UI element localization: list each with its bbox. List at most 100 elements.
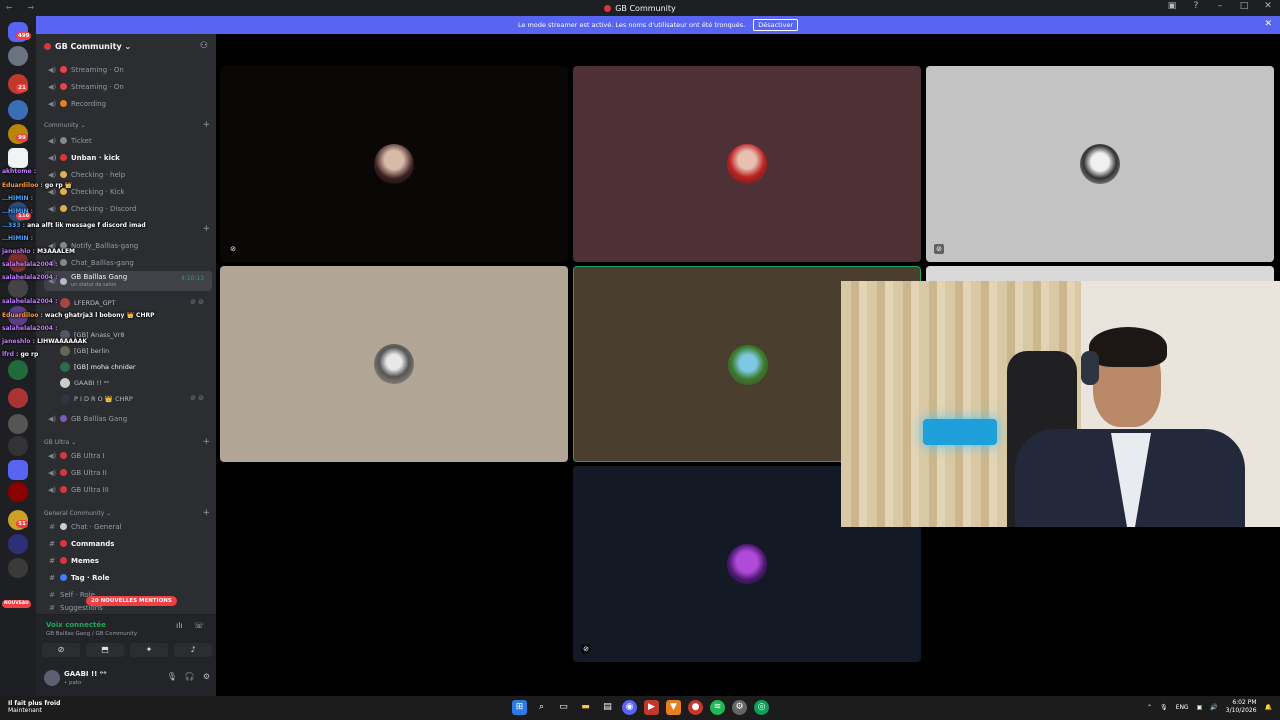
voice-channel[interactable]: ◀) Checking · help	[44, 167, 212, 182]
store-icon[interactable]: ▤	[600, 700, 615, 715]
server-icon[interactable]	[8, 534, 28, 554]
banner-text: Le mode streamer est activé. Les noms d'…	[517, 21, 746, 29]
voice-status[interactable]: Voix connectée	[46, 621, 106, 629]
voice-member[interactable]: GAABI !! ᵒᵒ	[60, 376, 109, 390]
help-icon[interactable]: ?	[1190, 1, 1202, 11]
noise-suppression-icon[interactable]: ılı	[176, 621, 183, 630]
notifications-icon[interactable]: 🔔	[1265, 704, 1272, 711]
server-icon[interactable]	[8, 148, 28, 168]
brave-icon[interactable]: ▼	[666, 700, 681, 715]
server-name: GB Community ⌄	[55, 41, 132, 51]
file-explorer-icon[interactable]: ▬	[578, 700, 593, 715]
add-channel-icon[interactable]: +	[202, 508, 210, 518]
server-icon[interactable]	[8, 46, 28, 66]
category-general[interactable]: General Community ⌄ +	[44, 508, 210, 518]
settings-icon[interactable]: ⚙	[732, 700, 747, 715]
close-icon[interactable]: ✕	[1264, 19, 1272, 29]
badge: 51	[16, 520, 28, 528]
app-icon[interactable]: ▶	[644, 700, 659, 715]
voice-channel[interactable]: ◀) Recording	[44, 96, 212, 111]
avatar[interactable]	[44, 670, 60, 686]
server-icon[interactable]	[8, 388, 28, 408]
disconnect-icon[interactable]: ☏	[194, 621, 204, 630]
voice-channel[interactable]: ◀) Unban · kick	[44, 150, 212, 165]
server-icon[interactable]	[8, 482, 28, 502]
server-header[interactable]: GB Community ⌄ ⚇	[36, 34, 216, 58]
new-mentions-pill[interactable]: 20 NOUVELLES MENTIONS	[86, 596, 177, 606]
close-window-button[interactable]: ✕	[1262, 1, 1274, 11]
minimize-button[interactable]: –	[1214, 1, 1226, 11]
server-icon[interactable]	[8, 460, 28, 480]
voice-channel[interactable]: ◀) GB Ultra III	[44, 482, 212, 497]
muted-indicator-icon: ⊘	[228, 244, 238, 254]
voice-channel[interactable]: ◀) Ticket	[44, 133, 212, 148]
discord-icon[interactable]: ◉	[622, 700, 637, 715]
chevron-up-icon[interactable]: ⌃	[1147, 704, 1152, 711]
voice-channel[interactable]: ◀) GB Ultra I	[44, 448, 212, 463]
weather-widget[interactable]: Il fait plus froid Maintenant	[8, 700, 60, 714]
screen-share-button[interactable]: ⬒	[86, 643, 124, 657]
clock[interactable]: 6:02 PM 3/10/2026	[1226, 699, 1257, 715]
avatar	[727, 544, 767, 584]
voice-member[interactable]: P I D R O 👑 CHRP	[60, 392, 133, 406]
voice-channel[interactable]: ◀) GB Ultra II	[44, 465, 212, 480]
voice-channel[interactable]: ◀) Checking · Discord	[44, 201, 212, 216]
category-community[interactable]: Community ⌄ +	[44, 120, 210, 130]
text-channel[interactable]: # Tag · Role	[44, 570, 212, 585]
maximize-button[interactable]: □	[1238, 1, 1250, 11]
task-view-icon[interactable]: ▭	[556, 700, 571, 715]
obs-icon[interactable]: ●	[688, 700, 703, 715]
server-icon[interactable]	[8, 558, 28, 578]
participant-tile[interactable]	[220, 266, 568, 462]
activities-button[interactable]: ✦	[130, 643, 168, 657]
voice-location[interactable]: GB Balllas Gang / GB Community	[46, 631, 137, 637]
windows-start-icon[interactable]: ⊞	[512, 700, 527, 715]
headphones-icon[interactable]: 🎧	[185, 672, 195, 681]
voice-member[interactable]: [GB] berlin	[60, 344, 109, 358]
inbox-icon[interactable]: ▣	[1166, 1, 1178, 11]
text-channel[interactable]: # Memes	[44, 553, 212, 568]
voice-channel[interactable]: ◀) Streaming · On	[44, 79, 212, 94]
add-member-icon[interactable]: ⚇	[200, 41, 208, 51]
participant-tile[interactable]: ⊘	[220, 66, 568, 262]
voice-channel[interactable]: ◀) Chat_Balllas-gang	[44, 255, 212, 270]
volume-icon[interactable]: 🔊	[1210, 704, 1217, 711]
network-icon[interactable]: ▣	[1197, 704, 1203, 711]
muted-indicator-icon: ⊘	[934, 244, 944, 254]
server-icon[interactable]	[8, 360, 28, 380]
microphone-icon[interactable]: 🎙	[167, 672, 177, 681]
channel-emoji-icon	[60, 83, 67, 90]
spotify-icon[interactable]: ≋	[710, 700, 725, 715]
username[interactable]: GAABI !! ᵒᵒ	[64, 670, 107, 678]
server-icon[interactable]	[8, 100, 28, 120]
disable-streamer-mode-button[interactable]: Désactiver	[753, 19, 799, 31]
server-icon[interactable]	[8, 278, 28, 298]
voice-member[interactable]: [GB] moha chnider	[60, 360, 136, 374]
text-channel[interactable]: # Chat · General	[44, 519, 212, 534]
chat-user: akhtome :	[2, 168, 37, 175]
avatar	[374, 144, 414, 184]
soundboard-button[interactable]: ♪	[174, 643, 212, 657]
server-icon[interactable]	[8, 414, 28, 434]
camera-button[interactable]: ⊘	[42, 643, 80, 657]
chat-text: LIHWAAAAAAK	[37, 338, 87, 345]
voice-channel[interactable]: ◀) Streaming · On	[44, 62, 212, 77]
voice-channel[interactable]: ◀) GB Balllas Gang	[44, 411, 212, 426]
participant-tile[interactable]: ⊘	[926, 66, 1274, 262]
system-tray: ⌃ 🎙 ENG ▣ 🔊 6:02 PM 3/10/2026 🔔	[1147, 699, 1272, 715]
add-channel-icon[interactable]: +	[202, 224, 210, 234]
language-indicator[interactable]: ENG	[1176, 704, 1189, 711]
server-icon[interactable]	[8, 436, 28, 456]
chrome-icon[interactable]: ◎	[754, 700, 769, 715]
add-channel-icon[interactable]: +	[202, 437, 210, 447]
settings-gear-icon[interactable]: ⚙	[203, 672, 210, 681]
nav-arrows[interactable]: ← →	[6, 3, 40, 12]
participant-tile[interactable]	[573, 66, 921, 262]
microphone-icon[interactable]: 🎙	[1160, 704, 1168, 711]
text-channel[interactable]: # Commands	[44, 536, 212, 551]
category-gb-ultra[interactable]: GB Ultra ⌄ +	[44, 437, 210, 447]
voice-member[interactable]: LFERDA_GPT	[60, 296, 116, 310]
active-voice-channel[interactable]: ◀) GB Balllas Gang un statut de salon 4:…	[44, 271, 212, 291]
add-channel-icon[interactable]: +	[202, 120, 210, 130]
search-icon[interactable]: ⌕	[534, 700, 549, 715]
